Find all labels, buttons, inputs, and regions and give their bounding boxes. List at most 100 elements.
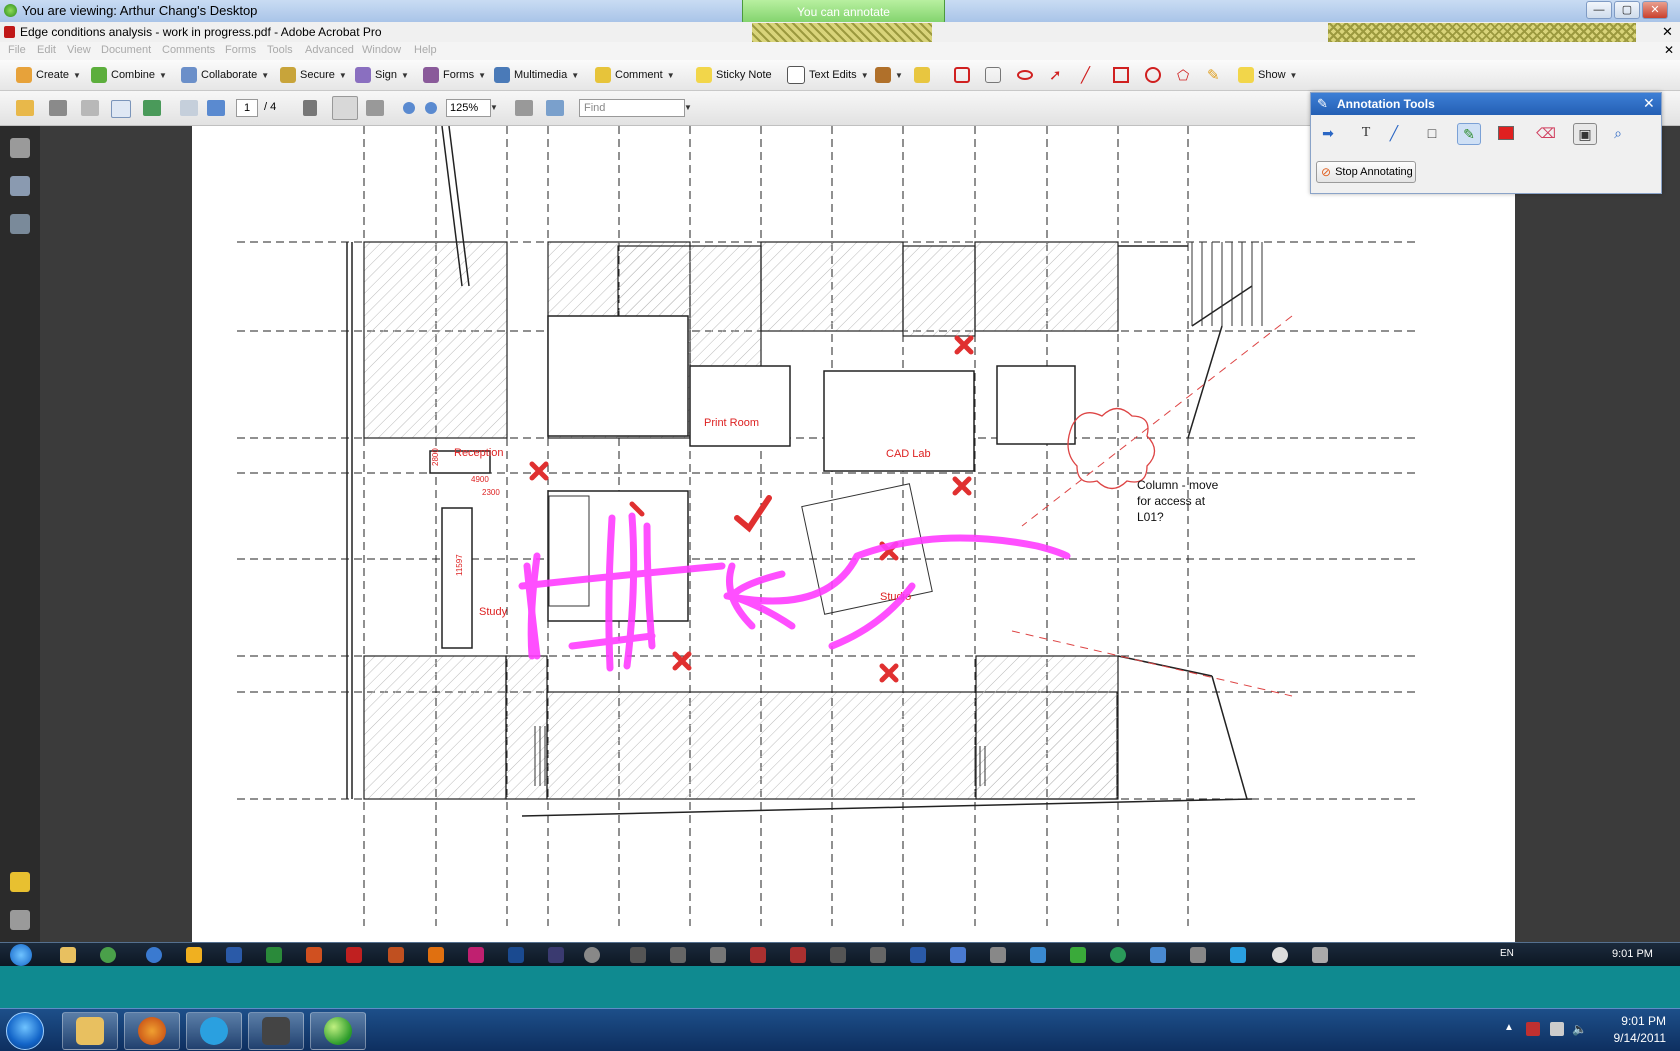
oval-tool[interactable] bbox=[1145, 66, 1161, 84]
taskbar-explorer[interactable] bbox=[62, 1012, 118, 1050]
menu-help[interactable]: Help bbox=[414, 44, 437, 56]
app-icon-14[interactable] bbox=[1110, 947, 1126, 963]
zoom-level-input[interactable]: 125% bbox=[446, 99, 491, 117]
signatures-icon[interactable] bbox=[10, 214, 30, 234]
menu-advanced[interactable]: Advanced bbox=[305, 44, 354, 56]
find-input[interactable]: Find bbox=[579, 99, 685, 117]
bookmarks-icon[interactable] bbox=[10, 176, 30, 196]
eraser-icon[interactable]: ⌫ bbox=[1535, 123, 1557, 143]
skype-task-icon[interactable] bbox=[1230, 947, 1246, 963]
print-icon[interactable] bbox=[49, 100, 67, 116]
menu-forms[interactable]: Forms bbox=[225, 44, 256, 56]
comment-button[interactable]: Comment ▼ bbox=[595, 66, 675, 84]
app-icon-11[interactable] bbox=[950, 947, 966, 963]
app-close-icon[interactable]: ✕ bbox=[1662, 24, 1673, 40]
close-icon[interactable]: ✕ bbox=[1642, 1, 1668, 19]
network-icon[interactable] bbox=[1550, 1022, 1564, 1036]
pencil-tool[interactable]: ✎ bbox=[1207, 66, 1220, 84]
app-icon-10[interactable] bbox=[910, 947, 926, 963]
acrobat-task-icon[interactable] bbox=[346, 947, 362, 963]
app-icon-6[interactable] bbox=[750, 947, 766, 963]
app-icon-8[interactable] bbox=[830, 947, 846, 963]
list-tool[interactable] bbox=[985, 66, 1001, 84]
email-icon[interactable] bbox=[111, 100, 131, 118]
taskbar-firefox[interactable] bbox=[124, 1012, 180, 1050]
collaborate-button[interactable]: Collaborate ▼ bbox=[181, 66, 269, 84]
explorer-icon[interactable] bbox=[60, 947, 76, 963]
pdf-page[interactable]: Reception Print Room CAD Lab Study Studi… bbox=[192, 126, 1515, 942]
share-icon[interactable] bbox=[143, 100, 161, 116]
text-edits-button[interactable]: Text Edits ▼ bbox=[787, 66, 869, 84]
full-screen-icon[interactable] bbox=[546, 100, 564, 116]
taskbar-time[interactable]: 9:01 PM bbox=[1600, 1014, 1666, 1028]
attachments-icon[interactable] bbox=[10, 910, 30, 930]
excel-icon[interactable] bbox=[266, 947, 282, 963]
cloud-tool[interactable] bbox=[1017, 66, 1033, 84]
taskbar-screenshare[interactable] bbox=[310, 1012, 366, 1050]
highlight-tool[interactable] bbox=[954, 66, 970, 84]
dropbox-icon[interactable] bbox=[1030, 947, 1046, 963]
pointer-arrow-icon[interactable]: ➡ bbox=[1317, 123, 1339, 143]
menu-window[interactable]: Window bbox=[362, 44, 401, 56]
pages-icon[interactable] bbox=[10, 138, 30, 158]
minimize-icon[interactable]: — bbox=[1586, 1, 1612, 19]
rectangle-tool[interactable] bbox=[1113, 66, 1129, 84]
polygon-tool[interactable]: ⬠ bbox=[1177, 66, 1189, 84]
app-icon-17[interactable] bbox=[1312, 947, 1328, 963]
sign-button[interactable]: Sign ▼ bbox=[355, 66, 409, 84]
menu-edit[interactable]: Edit bbox=[37, 44, 56, 56]
bridge-icon[interactable] bbox=[388, 947, 404, 963]
secure-button[interactable]: Secure ▼ bbox=[280, 66, 347, 84]
app-icon-16[interactable] bbox=[1190, 947, 1206, 963]
menu-comments[interactable]: Comments bbox=[162, 44, 215, 56]
app-icon-1[interactable] bbox=[548, 947, 564, 963]
app-icon-9[interactable] bbox=[870, 947, 886, 963]
select-tool-icon[interactable] bbox=[303, 100, 317, 116]
app-icon-3[interactable] bbox=[630, 947, 646, 963]
next-page-icon[interactable] bbox=[207, 100, 225, 116]
create-button[interactable]: Create ▼ bbox=[16, 66, 81, 84]
app-icon-12[interactable] bbox=[990, 947, 1006, 963]
remote-start-button[interactable] bbox=[10, 944, 32, 966]
hand-tool-icon[interactable] bbox=[332, 96, 358, 120]
stamp-button[interactable]: ▼ bbox=[875, 66, 903, 84]
doc-close-icon[interactable]: ✕ bbox=[1664, 43, 1674, 57]
zoom-out-icon[interactable] bbox=[403, 102, 415, 114]
powerpoint-icon[interactable] bbox=[306, 947, 322, 963]
combine-button[interactable]: Combine ▼ bbox=[91, 66, 167, 84]
start-button[interactable] bbox=[6, 1012, 44, 1050]
remote-language[interactable]: EN bbox=[1500, 948, 1514, 959]
page-number-input[interactable]: 1 bbox=[236, 99, 258, 117]
taskbar-date[interactable]: 9/14/2011 bbox=[1600, 1031, 1667, 1045]
text-tool-icon[interactable]: T bbox=[1355, 123, 1377, 143]
word-icon[interactable] bbox=[226, 947, 242, 963]
action-center-icon[interactable] bbox=[1526, 1022, 1540, 1036]
taskbar-app[interactable] bbox=[248, 1012, 304, 1050]
app-icon-7[interactable] bbox=[790, 947, 806, 963]
zoom-dropdown-icon[interactable]: ▼ bbox=[490, 103, 498, 112]
app-icon-5[interactable] bbox=[710, 947, 726, 963]
tray-expand-icon[interactable]: ▲ bbox=[1504, 1022, 1518, 1036]
line-tool-icon[interactable]: ╱ bbox=[1383, 123, 1405, 143]
chat-icon[interactable] bbox=[1272, 947, 1288, 963]
comments-icon[interactable] bbox=[10, 872, 30, 892]
illustrator-icon[interactable] bbox=[428, 947, 444, 963]
fit-page-icon[interactable] bbox=[515, 100, 533, 116]
ie-icon[interactable] bbox=[146, 947, 162, 963]
arrow-tool[interactable]: ➚ bbox=[1049, 66, 1062, 84]
app-icon-15[interactable] bbox=[1150, 947, 1166, 963]
outlook-icon[interactable] bbox=[186, 947, 202, 963]
show-button[interactable]: Show ▼ bbox=[1238, 66, 1297, 84]
panel-close-icon[interactable]: ✕ bbox=[1643, 95, 1655, 112]
app-icon-13[interactable] bbox=[1070, 947, 1086, 963]
volume-icon[interactable]: 🔈 bbox=[1572, 1022, 1587, 1036]
highlighter-tool-icon[interactable]: ✎ bbox=[1457, 123, 1481, 145]
photoshop-icon[interactable] bbox=[508, 947, 524, 963]
menu-view[interactable]: View bbox=[67, 44, 91, 56]
menu-file[interactable]: File bbox=[8, 44, 26, 56]
save-icon[interactable] bbox=[81, 100, 99, 116]
sticky-note-button[interactable]: Sticky Note bbox=[696, 66, 772, 84]
color-picker-icon[interactable] bbox=[1495, 123, 1517, 143]
marquee-zoom-icon[interactable] bbox=[366, 100, 384, 116]
indesign-icon[interactable] bbox=[468, 947, 484, 963]
